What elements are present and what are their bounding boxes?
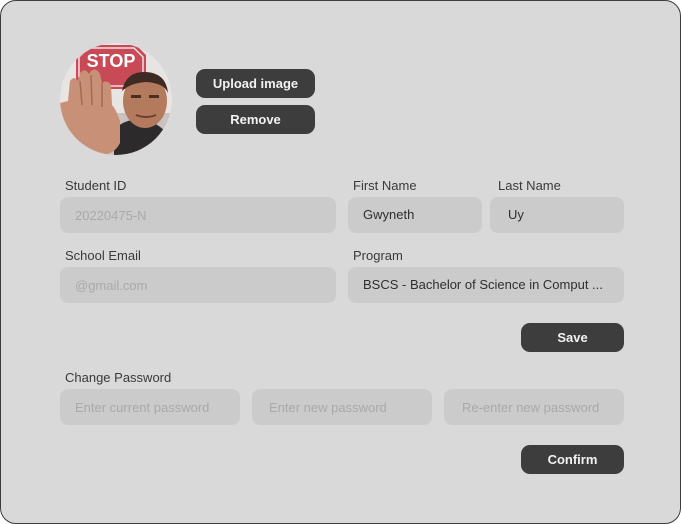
reenter-password-input[interactable]	[444, 389, 624, 425]
save-button[interactable]: Save	[521, 323, 624, 352]
profile-settings-card: STOP Upload image Remove Student ID Firs…	[0, 0, 681, 524]
school-email-label: School Email	[65, 248, 141, 263]
confirm-button[interactable]: Confirm	[521, 445, 624, 474]
avatar: STOP	[60, 43, 172, 155]
student-id-input[interactable]	[60, 197, 336, 233]
change-password-label: Change Password	[65, 370, 172, 385]
program-select[interactable]: BSCS - Bachelor of Science in Comput ...	[348, 267, 624, 303]
last-name-input[interactable]: Uy	[490, 197, 624, 233]
first-name-label: First Name	[353, 178, 417, 193]
student-id-label: Student ID	[65, 178, 127, 193]
upload-image-button[interactable]: Upload image	[196, 69, 315, 98]
new-password-input[interactable]	[252, 389, 432, 425]
remove-image-button[interactable]: Remove	[196, 105, 315, 134]
school-email-input[interactable]	[60, 267, 336, 303]
current-password-input[interactable]	[60, 389, 240, 425]
avatar-photo: STOP	[60, 43, 172, 155]
first-name-input[interactable]: Gwyneth	[348, 197, 482, 233]
last-name-label: Last Name	[498, 178, 561, 193]
program-label: Program	[353, 248, 403, 263]
stop-sign-text: STOP	[87, 51, 136, 71]
